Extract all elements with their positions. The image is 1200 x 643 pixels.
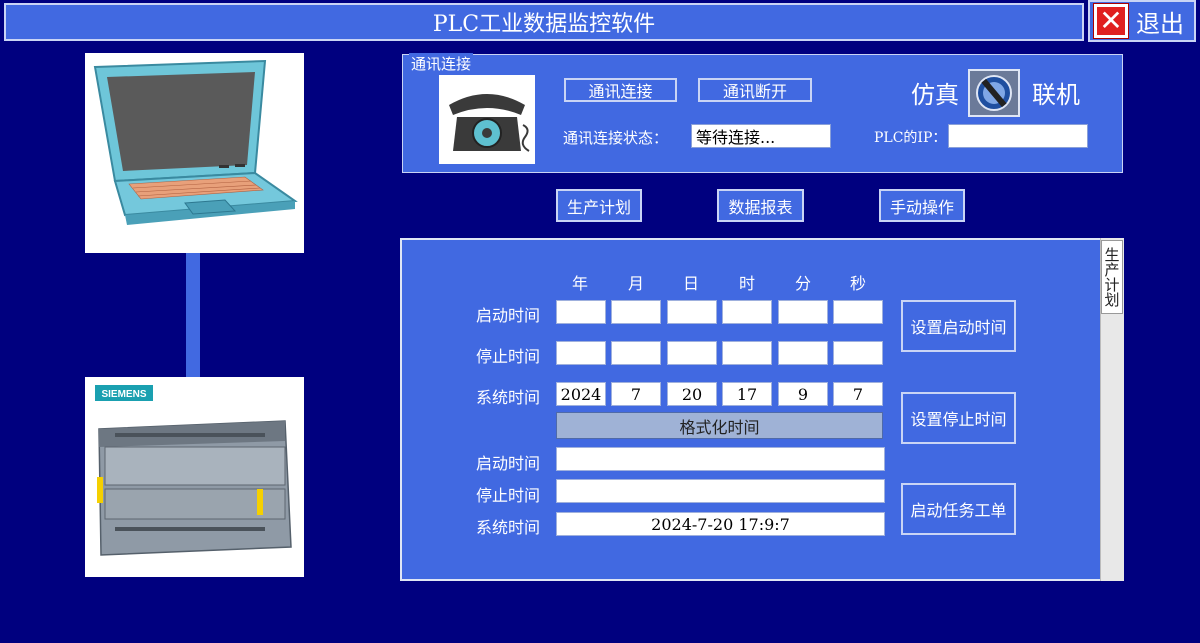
- stop-time-label: 停止时间: [476, 347, 541, 366]
- start-second-input[interactable]: [833, 300, 883, 324]
- telephone-icon: [439, 75, 535, 164]
- start-month-input[interactable]: [611, 300, 661, 324]
- set-start-time-button[interactable]: 设置启动时间: [901, 300, 1016, 352]
- stop-day-input[interactable]: [667, 341, 717, 365]
- column-month: 月: [627, 274, 644, 293]
- start-hour-input[interactable]: [722, 300, 772, 324]
- tab-production-plan[interactable]: 生产计划: [1101, 240, 1123, 314]
- comm-status-field: 等待连接...: [691, 124, 831, 148]
- comm-group: 通讯连接 通讯连接 通讯断开 通讯连接状态： 等待连接... 仿真 联机 PLC…: [402, 53, 1123, 173]
- start-year-input[interactable]: [556, 300, 606, 324]
- plc-ip-label: PLC的IP：: [874, 130, 947, 146]
- manual-operation-button[interactable]: 手动操作: [879, 189, 965, 222]
- online-label: 联机: [1032, 81, 1080, 109]
- stop-hour-input[interactable]: [722, 341, 772, 365]
- stop-month-input[interactable]: [611, 341, 661, 365]
- column-day: 日: [682, 274, 699, 293]
- start-day-input[interactable]: [667, 300, 717, 324]
- formatted-system-label: 系统时间: [476, 518, 541, 537]
- column-second: 秒: [849, 274, 866, 293]
- comm-status-label: 通讯连接状态：: [563, 129, 669, 147]
- column-minute: 分: [794, 274, 811, 293]
- svg-text:SIEMENS: SIEMENS: [101, 389, 146, 400]
- comm-group-title: 通讯连接: [409, 53, 474, 74]
- plc-ip-input[interactable]: [948, 124, 1088, 148]
- stop-second-input[interactable]: [833, 341, 883, 365]
- system-time-label: 系统时间: [476, 388, 541, 407]
- app-title: PLC工业数据监控软件: [432, 12, 656, 37]
- mode-switch-knob[interactable]: [968, 69, 1020, 117]
- stop-year-input[interactable]: [556, 341, 606, 365]
- column-year: 年: [571, 274, 588, 293]
- device-connector-line: [186, 253, 200, 377]
- formatted-system-field: 2024-7-20 17:9:7: [556, 512, 885, 536]
- column-hour: 时: [738, 274, 755, 293]
- system-minute-field: 9: [778, 382, 828, 406]
- system-month-field: 7: [611, 382, 661, 406]
- set-stop-time-button[interactable]: 设置停止时间: [901, 392, 1016, 444]
- start-minute-input[interactable]: [778, 300, 828, 324]
- format-time-button[interactable]: 格式化时间: [556, 412, 883, 439]
- formatted-start-field: [556, 447, 885, 471]
- formatted-stop-field: [556, 479, 885, 503]
- app-title-bar: PLC工业数据监控软件: [4, 3, 1084, 41]
- system-hour-field: 17: [722, 382, 772, 406]
- knob-icon: [976, 75, 1012, 111]
- system-day-field: 20: [667, 382, 717, 406]
- production-plan-button[interactable]: 生产计划: [556, 189, 642, 222]
- connect-button[interactable]: 通讯连接: [564, 78, 677, 102]
- formatted-start-label: 启动时间: [476, 454, 541, 473]
- exit-label: 退出: [1136, 9, 1184, 38]
- system-year-field: 2024: [556, 382, 606, 406]
- disconnect-button[interactable]: 通讯断开: [698, 78, 812, 102]
- laptop-image: [85, 53, 304, 253]
- exit-button[interactable]: ✕ 退出: [1088, 0, 1196, 42]
- formatted-stop-label: 停止时间: [476, 486, 541, 505]
- start-time-label: 启动时间: [476, 306, 541, 325]
- close-x-icon: ✕: [1093, 3, 1129, 39]
- simulation-label: 仿真: [911, 81, 959, 109]
- start-work-order-button[interactable]: 启动任务工单: [901, 483, 1016, 535]
- stop-minute-input[interactable]: [778, 341, 828, 365]
- plc-device-image: SIEMENS: [85, 377, 304, 577]
- system-second-field: 7: [833, 382, 883, 406]
- data-report-button[interactable]: 数据报表: [717, 189, 804, 222]
